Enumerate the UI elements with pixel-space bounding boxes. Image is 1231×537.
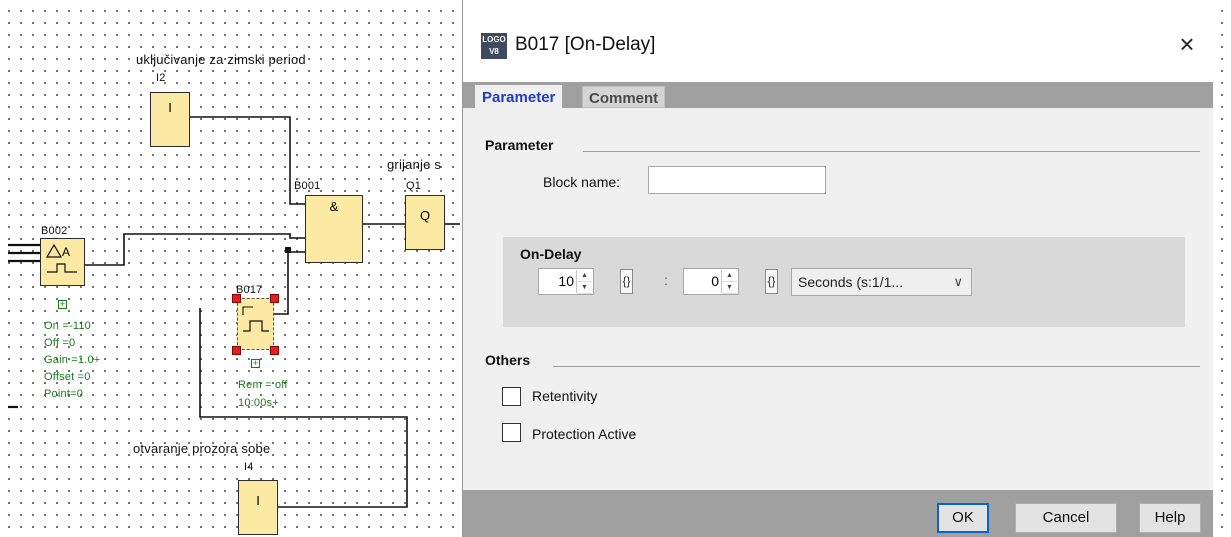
protection-active-label: Protection Active [532,426,637,442]
protection-active-checkbox[interactable] [502,423,521,442]
close-icon[interactable]: × [1173,30,1201,58]
diagram-canvas[interactable]: uključivanje za zimski period I2 I B001 … [0,0,462,537]
b002-expand-icon[interactable]: + [58,300,67,309]
time-units-value: Seconds (s:1/1... [798,274,904,290]
retentivity-label: Retentivity [532,388,598,404]
ondelay-value-2-spinner[interactable]: 0 ▲ ▼ [683,268,739,295]
b002-param-on: On =-110 [44,320,91,332]
tab-parameter[interactable]: Parameter [475,85,563,108]
ondelay-dialog: LOGO V8 B017 [On-Delay] × Parameter Comm… [462,0,1213,537]
ondelay-param-ref-button-2[interactable]: {} [765,269,778,294]
q1-name: Q1 [406,180,422,192]
i4-input-block[interactable]: I [238,480,278,535]
i4-caption: otvaranje prozora sobe [133,441,271,456]
resize-handle-tr[interactable] [270,294,279,303]
resize-handle-tl[interactable] [232,294,241,303]
parameter-section-divider [583,151,1200,152]
ondelay-value-1-spinner[interactable]: 10 ▲ ▼ [538,268,594,295]
b002-param-point: Point=0 [44,388,84,400]
ok-button[interactable]: OK [937,503,989,533]
logo-icon-subtext: V8 [489,47,499,56]
b002-param-off: Off =0 [44,337,76,349]
others-section-divider [553,366,1200,367]
block-name-label: Block name: [543,174,621,190]
time-separator: : [664,272,668,288]
tab-bar: Parameter Comment [463,82,1213,108]
ondelay-value-2: 0 [711,273,719,289]
i2-caption: uključivanje za zimski period [136,52,306,67]
spin-arrows-icon[interactable]: ▲ ▼ [576,270,592,294]
q1-output-block[interactable]: Q [405,195,445,250]
resize-handle-br[interactable] [270,346,279,355]
logo-icon-text: LOGO [482,35,506,44]
dialog-title: B017 [On-Delay] [515,34,656,55]
dialog-footer: OK Cancel Help [463,490,1213,537]
ondelay-pulse-icon [242,306,269,332]
chevron-down-icon: ∨ [953,274,963,289]
dialog-titlebar[interactable]: LOGO V8 B017 [On-Delay] × [463,0,1213,82]
b017-ondelay-block[interactable] [237,298,274,350]
spin-arrows-icon[interactable]: ▲ ▼ [721,270,737,294]
tab-comment[interactable]: Comment [582,86,666,108]
svg-text:A: A [62,245,70,259]
parameter-tab-content: Parameter Block name: On-Delay 10 ▲ ▼ {} … [463,108,1213,490]
b017-expand-icon[interactable]: + [251,359,260,368]
b017-param-time: 10:00s+ [238,397,279,409]
block-name-input[interactable] [648,166,826,194]
b001-name: B001 [294,180,321,192]
i4-name: I4 [244,461,254,473]
b002-param-gain: Gain =1.0+ [44,354,101,366]
i2-input-block[interactable]: I [150,92,190,147]
q1-caption: grijanje s [387,157,442,172]
b002-analog-block[interactable]: A [40,238,85,286]
time-units-select[interactable]: Seconds (s:1/1... ∨ [791,268,972,296]
resize-handle-bl[interactable] [232,346,241,355]
b002-param-offset: Offset =0 [44,371,91,383]
others-section-title: Others [485,352,531,368]
b002-name: B002 [41,225,68,237]
retentivity-checkbox[interactable] [502,387,521,406]
help-button[interactable]: Help [1139,503,1201,533]
ondelay-value-1: 10 [558,273,574,289]
b017-param-rem: Rem = off [238,379,288,391]
ondelay-panel: On-Delay 10 ▲ ▼ {} : 0 ▲ ▼ {} Seconds (s:1… [503,237,1185,327]
analog-trigger-icon: A [45,243,77,273]
logo-app-icon: LOGO V8 [481,33,507,59]
b001-and-block[interactable]: & [305,195,363,263]
ondelay-section-title: On-Delay [520,246,582,262]
diagram-canvas-edge [1213,0,1231,537]
i2-name: I2 [156,72,166,84]
cancel-button[interactable]: Cancel [1015,503,1117,533]
ondelay-param-ref-button-1[interactable]: {} [620,269,633,294]
parameter-section-title: Parameter [485,137,554,153]
